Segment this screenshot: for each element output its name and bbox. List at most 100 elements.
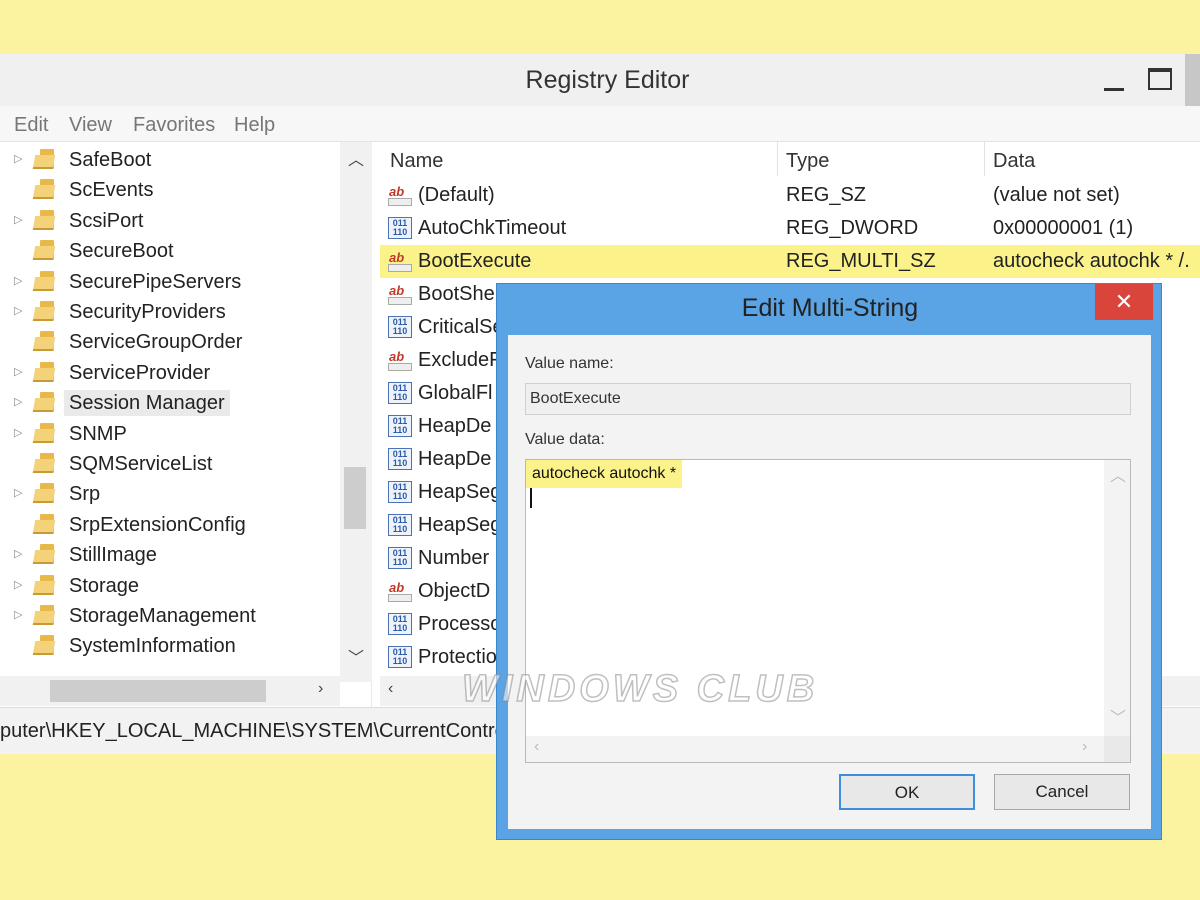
tree-item[interactable]: ▷ Srp bbox=[0, 478, 340, 508]
column-header-data[interactable]: Data bbox=[993, 150, 1035, 173]
scroll-up-icon[interactable]: ︿ bbox=[348, 146, 364, 170]
key-tree: ▷ SafeBoot ScEvents ▷ ScsiPort SecureBoot ▷ Sec… bbox=[0, 142, 340, 682]
folder-icon bbox=[32, 605, 58, 627]
tree-item[interactable]: ScEvents bbox=[0, 174, 340, 204]
value-data-label: Value data: bbox=[525, 431, 605, 448]
expand-arrow-icon[interactable]: ▷ bbox=[14, 608, 22, 621]
string-value-icon bbox=[388, 184, 412, 206]
tree-item[interactable]: SrpExtensionConfig bbox=[0, 509, 340, 539]
tree-item-label: SNMP bbox=[69, 422, 127, 445]
tree-scroll-thumb[interactable] bbox=[344, 467, 366, 529]
column-header-type[interactable]: Type bbox=[786, 150, 829, 173]
expand-arrow-icon[interactable]: ▷ bbox=[14, 486, 22, 499]
menu-favorites[interactable]: Favorites bbox=[133, 114, 215, 137]
tree-item[interactable]: ▷ Session Manager bbox=[0, 387, 340, 417]
expand-arrow-icon[interactable]: ▷ bbox=[14, 274, 22, 287]
folder-icon bbox=[32, 635, 58, 657]
scroll-right-icon[interactable]: › bbox=[1082, 738, 1087, 756]
menu-edit[interactable]: Edit bbox=[14, 114, 48, 137]
string-value-icon bbox=[388, 283, 412, 305]
menu-help[interactable]: Help bbox=[234, 114, 275, 137]
key-tree-pane: ▷ SafeBoot ScEvents ▷ ScsiPort SecureBoot ▷ Sec… bbox=[0, 142, 372, 707]
column-divider[interactable] bbox=[777, 142, 778, 176]
expand-arrow-icon[interactable]: ▷ bbox=[14, 365, 22, 378]
ok-button[interactable]: OK bbox=[839, 774, 975, 810]
tree-item[interactable]: ▷ SecurityProviders bbox=[0, 296, 340, 326]
tree-item[interactable]: ▷ SNMP bbox=[0, 418, 340, 448]
value-data: 0x00000001 (1) bbox=[993, 217, 1134, 239]
value-data: (value not set) bbox=[993, 184, 1120, 206]
scroll-up-icon[interactable]: ︿ bbox=[1110, 462, 1126, 486]
expand-arrow-icon[interactable]: ▷ bbox=[14, 304, 22, 317]
value-row[interactable]: BootExecute REG_MULTI_SZ autocheck autochk… bbox=[380, 245, 1200, 278]
value-name: Processo bbox=[418, 613, 502, 635]
cancel-button[interactable]: Cancel bbox=[994, 774, 1130, 810]
value-name: Protectio bbox=[418, 646, 497, 668]
expand-arrow-icon[interactable]: ▷ bbox=[14, 547, 22, 560]
tree-item-label: ScsiPort bbox=[69, 209, 144, 232]
string-value-icon bbox=[388, 349, 412, 371]
column-header-name[interactable]: Name bbox=[390, 150, 443, 173]
expand-arrow-icon[interactable]: ▷ bbox=[14, 152, 22, 165]
tree-item-label: ServiceProvider bbox=[69, 361, 211, 384]
folder-icon bbox=[32, 179, 58, 201]
tree-item-label: Session Manager bbox=[64, 390, 230, 417]
binary-value-icon: 011 110 bbox=[388, 613, 412, 635]
value-data-horizontal-scrollbar[interactable]: ‹ › bbox=[526, 736, 1104, 762]
tree-item[interactable]: ▷ ScsiPort bbox=[0, 205, 340, 235]
expand-arrow-icon[interactable]: ▷ bbox=[14, 426, 22, 439]
value-name: (Default) bbox=[418, 184, 495, 206]
value-type: REG_DWORD bbox=[786, 217, 919, 239]
value-data: autocheck autochk * /. bbox=[993, 250, 1190, 272]
title-bar[interactable]: Registry Editor bbox=[0, 54, 1200, 106]
tree-hscroll-thumb[interactable] bbox=[50, 680, 266, 702]
tree-item-label: ServiceGroupOrder bbox=[69, 331, 243, 354]
minimize-button[interactable] bbox=[1096, 62, 1132, 98]
value-row[interactable]: (Default) REG_SZ (value not set) bbox=[380, 179, 1200, 212]
scroll-right-icon[interactable]: › bbox=[318, 680, 323, 698]
expand-arrow-icon[interactable]: ▷ bbox=[14, 395, 22, 408]
menu-view[interactable]: View bbox=[69, 114, 112, 137]
scroll-down-icon[interactable]: ﹀ bbox=[1110, 704, 1126, 728]
string-value-icon bbox=[388, 250, 412, 272]
folder-icon bbox=[32, 453, 58, 475]
binary-value-icon: 011 110 bbox=[388, 382, 412, 404]
binary-value-icon: 011 110 bbox=[388, 481, 412, 503]
dialog-title: Edit Multi-String bbox=[741, 294, 919, 322]
tree-vertical-scrollbar[interactable]: ︿ ﹀ bbox=[340, 142, 372, 682]
value-type: REG_MULTI_SZ bbox=[786, 250, 936, 272]
expand-arrow-icon[interactable]: ▷ bbox=[14, 578, 22, 591]
folder-icon bbox=[32, 301, 58, 323]
tree-item[interactable]: SQMServiceList bbox=[0, 448, 340, 478]
value-name: HeapDe bbox=[418, 448, 492, 470]
value-data-text[interactable]: autocheck autochk * bbox=[526, 460, 683, 488]
folder-icon bbox=[32, 544, 58, 566]
expand-arrow-icon[interactable]: ▷ bbox=[14, 213, 22, 226]
maximize-button[interactable] bbox=[1140, 62, 1176, 98]
value-row[interactable]: 011 110 AutoChkTimeout REG_DWORD 0x00000001 … bbox=[380, 212, 1200, 245]
binary-value-icon: 011 110 bbox=[388, 316, 412, 338]
tree-item-label: SQMServiceList bbox=[69, 453, 213, 475]
close-button[interactable] bbox=[1185, 54, 1200, 106]
tree-item[interactable]: ▷ SecurePipeServers bbox=[0, 266, 340, 296]
value-data-textarea[interactable]: autocheck autochk * ︿ ﹀ ‹ › bbox=[525, 459, 1131, 763]
column-divider[interactable] bbox=[984, 142, 985, 176]
scroll-left-icon[interactable]: ‹ bbox=[388, 680, 393, 698]
tree-item[interactable]: ServiceGroupOrder bbox=[0, 326, 340, 356]
folder-icon bbox=[32, 513, 58, 536]
tree-item-label: SafeBoot bbox=[69, 149, 152, 171]
tree-item[interactable]: SystemInformation bbox=[0, 630, 340, 660]
scroll-down-icon[interactable]: ﹀ bbox=[348, 644, 364, 668]
tree-item[interactable]: SecureBoot bbox=[0, 235, 340, 265]
dialog-close-button[interactable]: ✕ bbox=[1095, 284, 1153, 320]
tree-item[interactable]: ▷ SafeBoot bbox=[0, 144, 340, 174]
menu-bar: Edit View Favorites Help bbox=[0, 106, 1200, 142]
tree-item[interactable]: ▷ StillImage bbox=[0, 539, 340, 569]
tree-item[interactable]: ▷ StorageManagement bbox=[0, 600, 340, 630]
value-data-vertical-scrollbar[interactable]: ︿ ﹀ bbox=[1104, 460, 1130, 738]
tree-item-label: Srp bbox=[69, 483, 101, 506]
tree-item[interactable]: ▷ ServiceProvider bbox=[0, 357, 340, 387]
scroll-left-icon[interactable]: ‹ bbox=[534, 738, 539, 756]
tree-item[interactable]: ▷ Storage bbox=[0, 570, 340, 600]
tree-horizontal-scrollbar[interactable]: › bbox=[0, 676, 340, 706]
